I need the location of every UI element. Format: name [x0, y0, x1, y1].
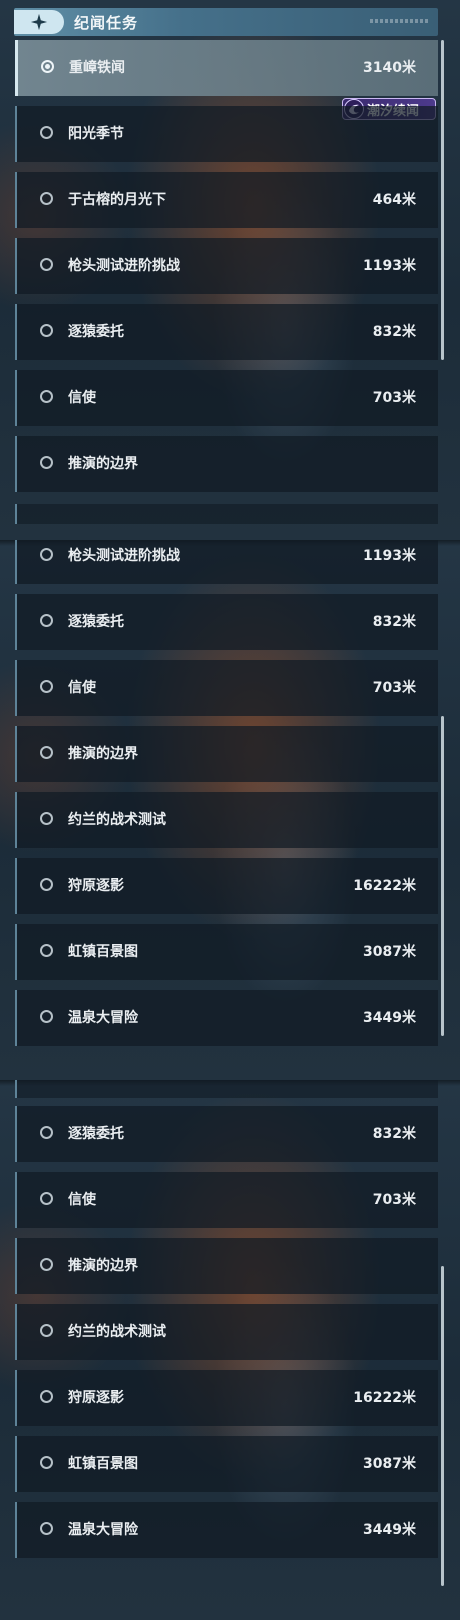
quest-name: 逐猿委托 [68, 614, 124, 630]
quest-item[interactable]: 狩原逐影 16222米 [15, 858, 438, 914]
radio-icon [40, 258, 53, 271]
quest-item[interactable]: 信使 703米 [15, 660, 438, 716]
quest-item[interactable]: 推演的边界 [15, 436, 438, 492]
quest-item[interactable]: 信使 703米 [15, 1172, 438, 1228]
quest-name: 狩原逐影 [68, 878, 124, 894]
radio-icon [40, 1258, 53, 1271]
quest-distance: 16222米 [353, 1390, 416, 1406]
quest-item[interactable]: 信使 703米 [15, 370, 438, 426]
quest-item[interactable]: 虹镇百景图 3087米 [15, 1436, 438, 1492]
quest-name: 信使 [68, 1192, 96, 1208]
quest-name: 温泉大冒险 [68, 1522, 138, 1538]
radio-icon [40, 1126, 53, 1139]
radio-icon [40, 746, 53, 759]
quest-name: 枪头测试进阶挑战 [68, 548, 180, 564]
quest-name: 约兰的战术测试 [68, 1324, 166, 1340]
radio-icon [40, 456, 53, 469]
radio-icon [40, 126, 53, 139]
quest-name: 虹镇百景图 [68, 944, 138, 960]
quest-name: 狩原逐影 [68, 1390, 124, 1406]
quest-distance: 3140米 [363, 60, 416, 76]
radio-icon [40, 1522, 53, 1535]
radio-selected-icon [41, 60, 54, 73]
radio-icon [40, 324, 53, 337]
radio-icon [40, 812, 53, 825]
quest-list-header: 纪闻任务 [14, 8, 438, 36]
radio-icon [40, 390, 53, 403]
quest-name: 温泉大冒险 [68, 1010, 138, 1026]
quest-item[interactable]: 枪头测试进阶挑战 1193米 [15, 540, 438, 584]
quest-item[interactable]: 逐猿委托 832米 [15, 594, 438, 650]
radio-icon [40, 1192, 53, 1205]
quest-item-selected[interactable]: 重嶂铁闻 3140米 [15, 40, 438, 96]
quest-name: 信使 [68, 680, 96, 696]
quest-distance: 464米 [372, 192, 416, 208]
scrollbar[interactable] [441, 40, 444, 360]
radio-icon [40, 192, 53, 205]
quest-name: 约兰的战术测试 [68, 812, 166, 828]
quest-name: 虹镇百景图 [68, 1456, 138, 1472]
radio-icon [40, 944, 53, 957]
radio-icon [40, 1390, 53, 1403]
header-decoration [370, 19, 430, 23]
quest-distance: 703米 [372, 390, 416, 406]
quest-distance: 16222米 [353, 878, 416, 894]
scrollbar[interactable] [441, 1266, 444, 1586]
quest-panel-2: 枪头测试进阶挑战 1193米 逐猿委托 832米 信使 703米 推演的边界 约… [0, 540, 460, 1080]
quest-distance: 832米 [372, 324, 416, 340]
quest-item[interactable]: 温泉大冒险 3449米 [15, 1502, 438, 1558]
quest-item-partial[interactable] [15, 504, 438, 524]
quest-item[interactable]: 逐猿委托 832米 [15, 304, 438, 360]
quest-panel-3: 逐猿委托 832米 信使 703米 推演的边界 约兰的战术测试 狩原逐影 162… [0, 1080, 460, 1620]
quest-name: 推演的边界 [68, 456, 138, 472]
quest-distance: 703米 [372, 1192, 416, 1208]
scrollbar[interactable] [441, 716, 444, 1036]
quest-name: 阳光季节 [68, 126, 124, 142]
quest-distance: 3087米 [363, 1456, 416, 1472]
quest-item[interactable]: 约兰的战术测试 [15, 1304, 438, 1360]
quest-distance: 1193米 [363, 548, 416, 564]
radio-icon [40, 680, 53, 693]
quest-item[interactable]: 温泉大冒险 3449米 [15, 990, 438, 1046]
quest-distance: 832米 [372, 614, 416, 630]
quest-name: 推演的边界 [68, 746, 138, 762]
quest-distance: 832米 [372, 1126, 416, 1142]
quest-distance: 3449米 [363, 1522, 416, 1538]
radio-icon [40, 1456, 53, 1469]
quest-item[interactable]: 阳光季节 [15, 106, 438, 162]
quest-name: 于古榕的月光下 [68, 192, 166, 208]
quest-item[interactable]: 狩原逐影 16222米 [15, 1370, 438, 1426]
radio-icon [40, 614, 53, 627]
quest-item[interactable]: 约兰的战术测试 [15, 792, 438, 848]
radio-icon [40, 878, 53, 891]
quest-item[interactable]: 枪头测试进阶挑战 1193米 [15, 238, 438, 294]
quest-item[interactable]: 推演的边界 [15, 1238, 438, 1294]
quest-name: 重嶂铁闻 [69, 60, 125, 76]
radio-icon [40, 1324, 53, 1337]
page-title: 纪闻任务 [74, 14, 139, 32]
quest-item[interactable]: 虹镇百景图 3087米 [15, 924, 438, 980]
quest-item[interactable]: 推演的边界 [15, 726, 438, 782]
sparkle-icon [14, 10, 64, 34]
quest-item[interactable]: 于古榕的月光下 464米 [15, 172, 438, 228]
quest-distance: 1193米 [363, 258, 416, 274]
quest-name: 逐猿委托 [68, 1126, 124, 1142]
quest-distance: 3449米 [363, 1010, 416, 1026]
quest-name: 信使 [68, 390, 96, 406]
quest-name: 枪头测试进阶挑战 [68, 258, 180, 274]
radio-icon [40, 1010, 53, 1023]
quest-distance: 703米 [372, 680, 416, 696]
quest-panel-1: 纪闻任务 重嶂铁闻 3140米 潮汐续闻 阳光季节 于古榕的月光下 464米 枪… [0, 0, 460, 540]
quest-name: 推演的边界 [68, 1258, 138, 1274]
radio-icon [40, 548, 53, 561]
quest-item[interactable]: 逐猿委托 832米 [15, 1106, 438, 1162]
quest-distance: 3087米 [363, 944, 416, 960]
quest-name: 逐猿委托 [68, 324, 124, 340]
quest-item-partial[interactable] [15, 1080, 438, 1098]
